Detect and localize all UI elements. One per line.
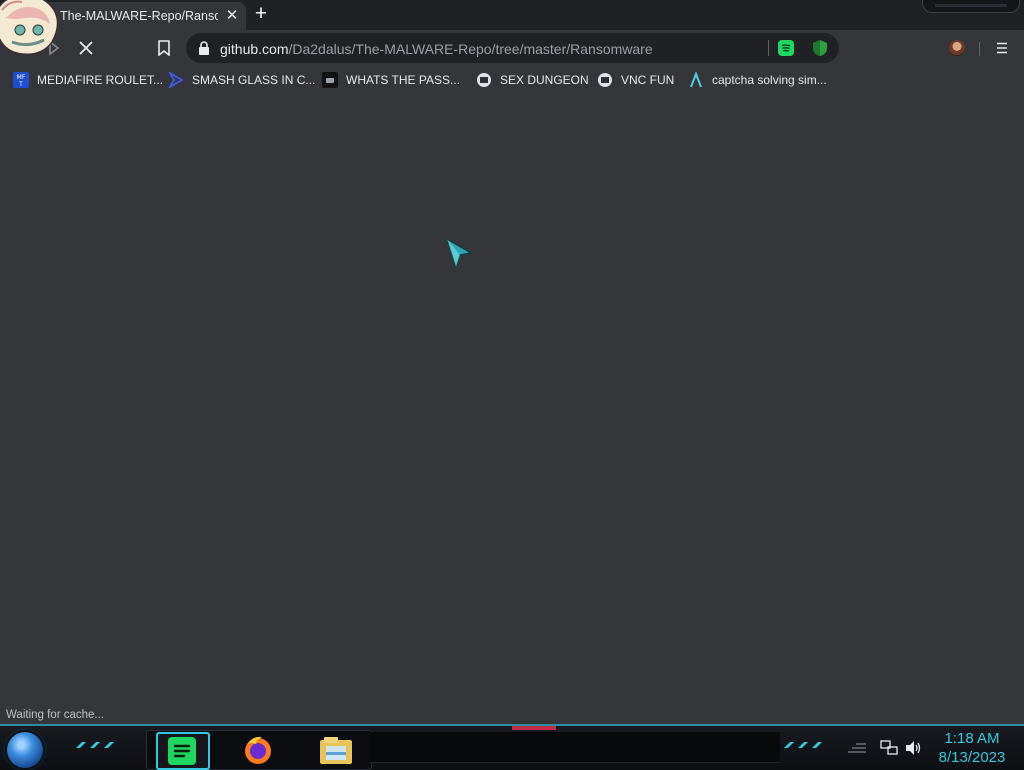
bookmark-label: VNC FUN [621, 73, 675, 87]
show-hidden-icons-icon[interactable] [846, 740, 868, 754]
svg-text:MF: MF [17, 74, 26, 81]
menu-icon[interactable] [994, 40, 1010, 56]
bookmark-smash-glass[interactable]: SMASH GLASS IN C... [168, 70, 315, 90]
volume-icon[interactable] [904, 740, 922, 756]
bookmark-mediafire[interactable]: MF T MEDIAFIRE ROULET... [13, 70, 163, 90]
taskbar-indicator-decoration [512, 726, 556, 730]
bookmark-label: captcha solving sim... [712, 73, 827, 87]
bookmark-label: SMASH GLASS IN C... [192, 73, 316, 87]
mediafire-icon: MF T [13, 72, 29, 88]
taskbar: 1:18 AM 8/13/2023 [0, 724, 1024, 770]
bookmark-whats-the-pass[interactable]: WHATS THE PASS... [322, 70, 460, 90]
bookmark-button[interactable] [152, 36, 176, 60]
taskbar-empty-area [370, 732, 780, 763]
bookmark-icon [158, 40, 170, 56]
svg-text:T: T [18, 81, 23, 88]
url-host: github.com [220, 41, 289, 57]
spotify-lines-icon [781, 44, 791, 52]
status-bar: Waiting for cache... [0, 706, 111, 724]
page-content [0, 94, 1024, 724]
lambda-icon [690, 72, 702, 88]
omnibox-divider [768, 40, 769, 56]
url-path: /Da2dalus/The-MALWARE-Repo/tree/master/R… [288, 41, 653, 57]
taskbar-spotify-button[interactable] [156, 732, 210, 770]
mouse-cursor-icon [445, 237, 474, 270]
clock-time[interactable]: 1:18 AM [930, 730, 1014, 747]
spotify-extension-icon[interactable] [778, 40, 794, 56]
bookmarks-bar: MF T MEDIAFIRE ROULET... SMASH GLASS IN … [0, 66, 1024, 94]
taskbar-firefox-button[interactable] [238, 732, 278, 766]
firefox-icon [245, 736, 271, 764]
chevron-brand-icon [168, 72, 184, 88]
address-bar[interactable]: github.com/Da2dalus/The-MALWARE-Repo/tre… [186, 33, 839, 63]
bookmark-label: WHATS THE PASS... [346, 73, 461, 87]
profile-avatar[interactable] [949, 40, 965, 56]
bookmark-captcha[interactable]: captcha solving sim... [688, 70, 827, 90]
vnc-site-icon [477, 73, 491, 87]
plus-icon: + [254, 2, 268, 25]
stop-loading-button[interactable] [74, 36, 98, 60]
start-button[interactable] [7, 732, 43, 768]
taskbar-explorer-button[interactable] [312, 732, 360, 766]
clock-date[interactable]: 8/13/2023 [930, 749, 1014, 766]
file-explorer-icon [320, 737, 352, 764]
tab-strip: The-MALWARE-Repo/Ransomware ✕ + [0, 0, 1024, 30]
anime-sticker-icon [0, 0, 59, 55]
close-icon [79, 41, 93, 55]
dark-site-icon [322, 72, 338, 88]
window-frame-ornament [922, 0, 1020, 13]
new-tab-button[interactable]: + [250, 2, 272, 26]
bookmark-label: MEDIAFIRE ROULET... [37, 73, 164, 87]
taskbar-chevron-decoration [76, 742, 114, 748]
taskbar-chevron-decoration [784, 742, 822, 748]
bookmark-vnc-fun[interactable]: VNC FUN [597, 70, 674, 90]
spotify-icon [168, 737, 196, 765]
tab-title: The-MALWARE-Repo/Ransomware [60, 9, 218, 23]
close-icon[interactable]: ✕ [224, 7, 240, 25]
bookmark-label: SEX DUNGEON [500, 73, 589, 87]
lock-icon [199, 41, 209, 55]
url-text: github.com/Da2dalus/The-MALWARE-Repo/tre… [220, 41, 653, 57]
browser-toolbar: github.com/Da2dalus/The-MALWARE-Repo/tre… [0, 30, 1024, 66]
vnc-site-icon [598, 73, 612, 87]
toolbar-divider [979, 42, 980, 56]
network-icon[interactable] [880, 740, 898, 756]
shield-extension-icon[interactable] [812, 39, 828, 57]
bookmark-sex-dungeon[interactable]: SEX DUNGEON [476, 70, 589, 90]
